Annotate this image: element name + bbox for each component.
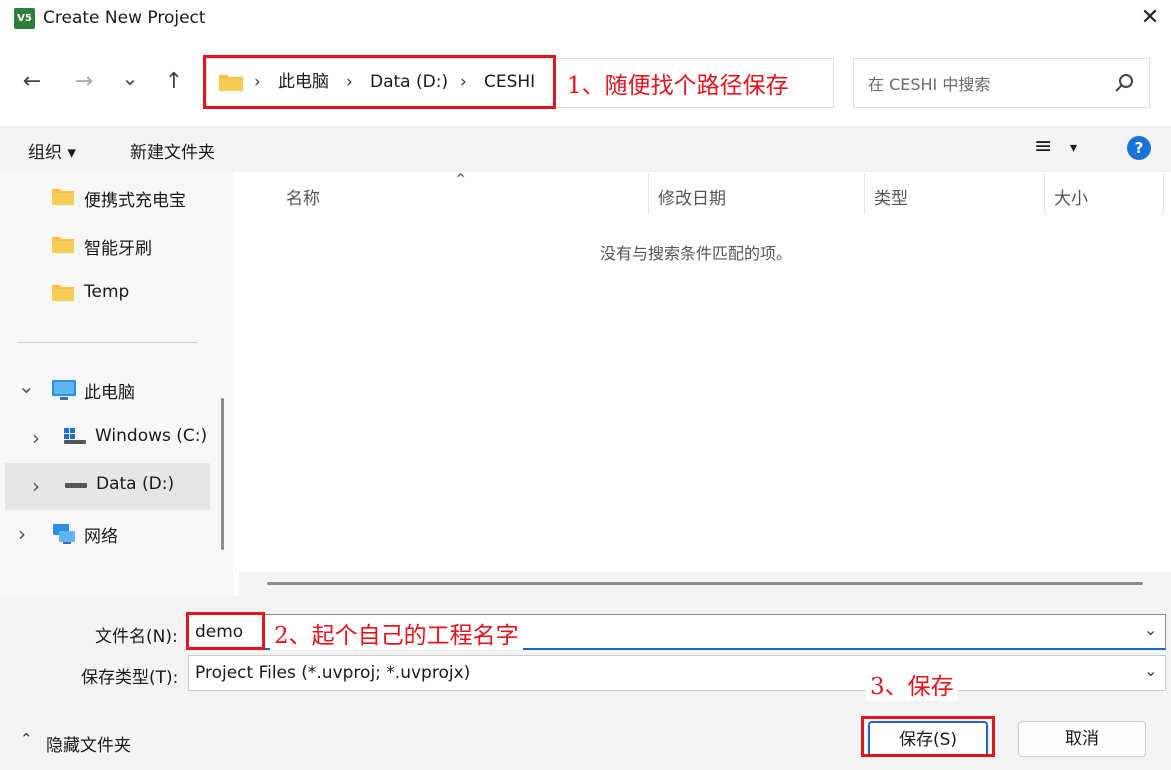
chevron-right-icon[interactable]: › [32, 426, 40, 450]
filetype-label: 保存类型(T): [81, 668, 179, 688]
sidebar-divider [17, 342, 198, 343]
sidebar-item-folder[interactable]: 便携式充电宝 [84, 186, 186, 211]
column-header-size[interactable]: 大小 [1054, 184, 1088, 209]
folder-icon [52, 285, 74, 301]
column-header-name[interactable]: 名称 [286, 184, 320, 209]
column-divider[interactable] [1163, 174, 1164, 214]
sidebar-item-data-d[interactable]: Data (D:) [96, 474, 174, 494]
chevron-up-icon[interactable]: ⌃ [20, 730, 33, 748]
column-divider[interactable] [864, 174, 865, 214]
sidebar-item-folder[interactable]: Temp [84, 282, 129, 302]
sidebar-item-this-pc[interactable]: 此电脑 [84, 378, 135, 403]
sidebar-item-windows-c[interactable]: Windows (C:) [95, 426, 207, 446]
hide-folders-toggle[interactable]: 隐藏文件夹 [46, 731, 131, 756]
forward-arrow-icon[interactable]: → [70, 66, 98, 98]
filetype-value: Project Files (*.uvproj; *.uvprojx) [195, 663, 471, 683]
chevron-down-icon[interactable]: ⌄ [1144, 620, 1157, 639]
computer-icon [52, 380, 76, 400]
chevron-right-icon[interactable]: › [32, 474, 40, 498]
back-arrow-icon[interactable]: ← [18, 66, 46, 98]
organize-menu[interactable]: 组织 ▾ [28, 138, 76, 163]
chevron-down-icon[interactable]: ⌄ [18, 374, 35, 398]
annotation-step3: 3、保存 [866, 667, 958, 701]
empty-message: 没有与搜索条件匹配的项。 [600, 244, 793, 263]
app-icon: V5 [14, 8, 35, 29]
drive-icon [65, 483, 87, 488]
cancel-button[interactable]: 取消 [1018, 721, 1146, 757]
sort-indicator-icon: ⌃ [454, 170, 468, 189]
close-icon[interactable]: ✕ [1136, 4, 1164, 32]
column-divider[interactable] [648, 174, 649, 214]
horizontal-scrollbar[interactable] [267, 582, 1143, 585]
annotation-step1: 1、随便找个路径保存 [563, 66, 793, 100]
annotation-box-path [203, 55, 556, 109]
filetype-select[interactable]: Project Files (*.uvproj; *.uvprojx) [188, 655, 1166, 691]
windows-drive-icon [64, 428, 86, 444]
view-list-icon[interactable]: ≡ [1034, 134, 1052, 159]
chevron-down-icon[interactable]: ⌄ [1144, 661, 1157, 680]
chevron-right-icon[interactable]: › [18, 522, 26, 546]
annotation-box-filename [186, 612, 265, 650]
up-arrow-icon[interactable]: ↑ [160, 66, 188, 98]
window-title: Create New Project [43, 8, 206, 28]
help-icon[interactable]: ? [1127, 136, 1151, 160]
annotation-step2: 2、起个自己的工程名字 [270, 616, 523, 650]
folder-icon [52, 237, 74, 253]
file-list [239, 172, 1171, 596]
search-icon[interactable] [1112, 70, 1138, 96]
sidebar-item-network[interactable]: 网络 [84, 522, 118, 547]
recent-locations-chevron-icon[interactable]: ⌄ [116, 62, 144, 94]
folder-icon [52, 189, 74, 205]
new-folder-button[interactable]: 新建文件夹 [130, 138, 215, 163]
annotation-box-save [861, 716, 995, 757]
search-input[interactable]: 在 CESHI 中搜索 [868, 71, 990, 95]
column-header-modified[interactable]: 修改日期 [658, 184, 726, 209]
view-dropdown-icon[interactable]: ▾ [1070, 140, 1077, 156]
network-icon [53, 524, 75, 544]
column-divider[interactable] [1044, 174, 1045, 214]
sidebar-item-folder[interactable]: 智能牙刷 [84, 234, 152, 259]
filename-label: 文件名(N): [95, 627, 178, 647]
column-header-type[interactable]: 类型 [874, 184, 908, 209]
sidebar-scrollbar[interactable] [221, 398, 224, 550]
